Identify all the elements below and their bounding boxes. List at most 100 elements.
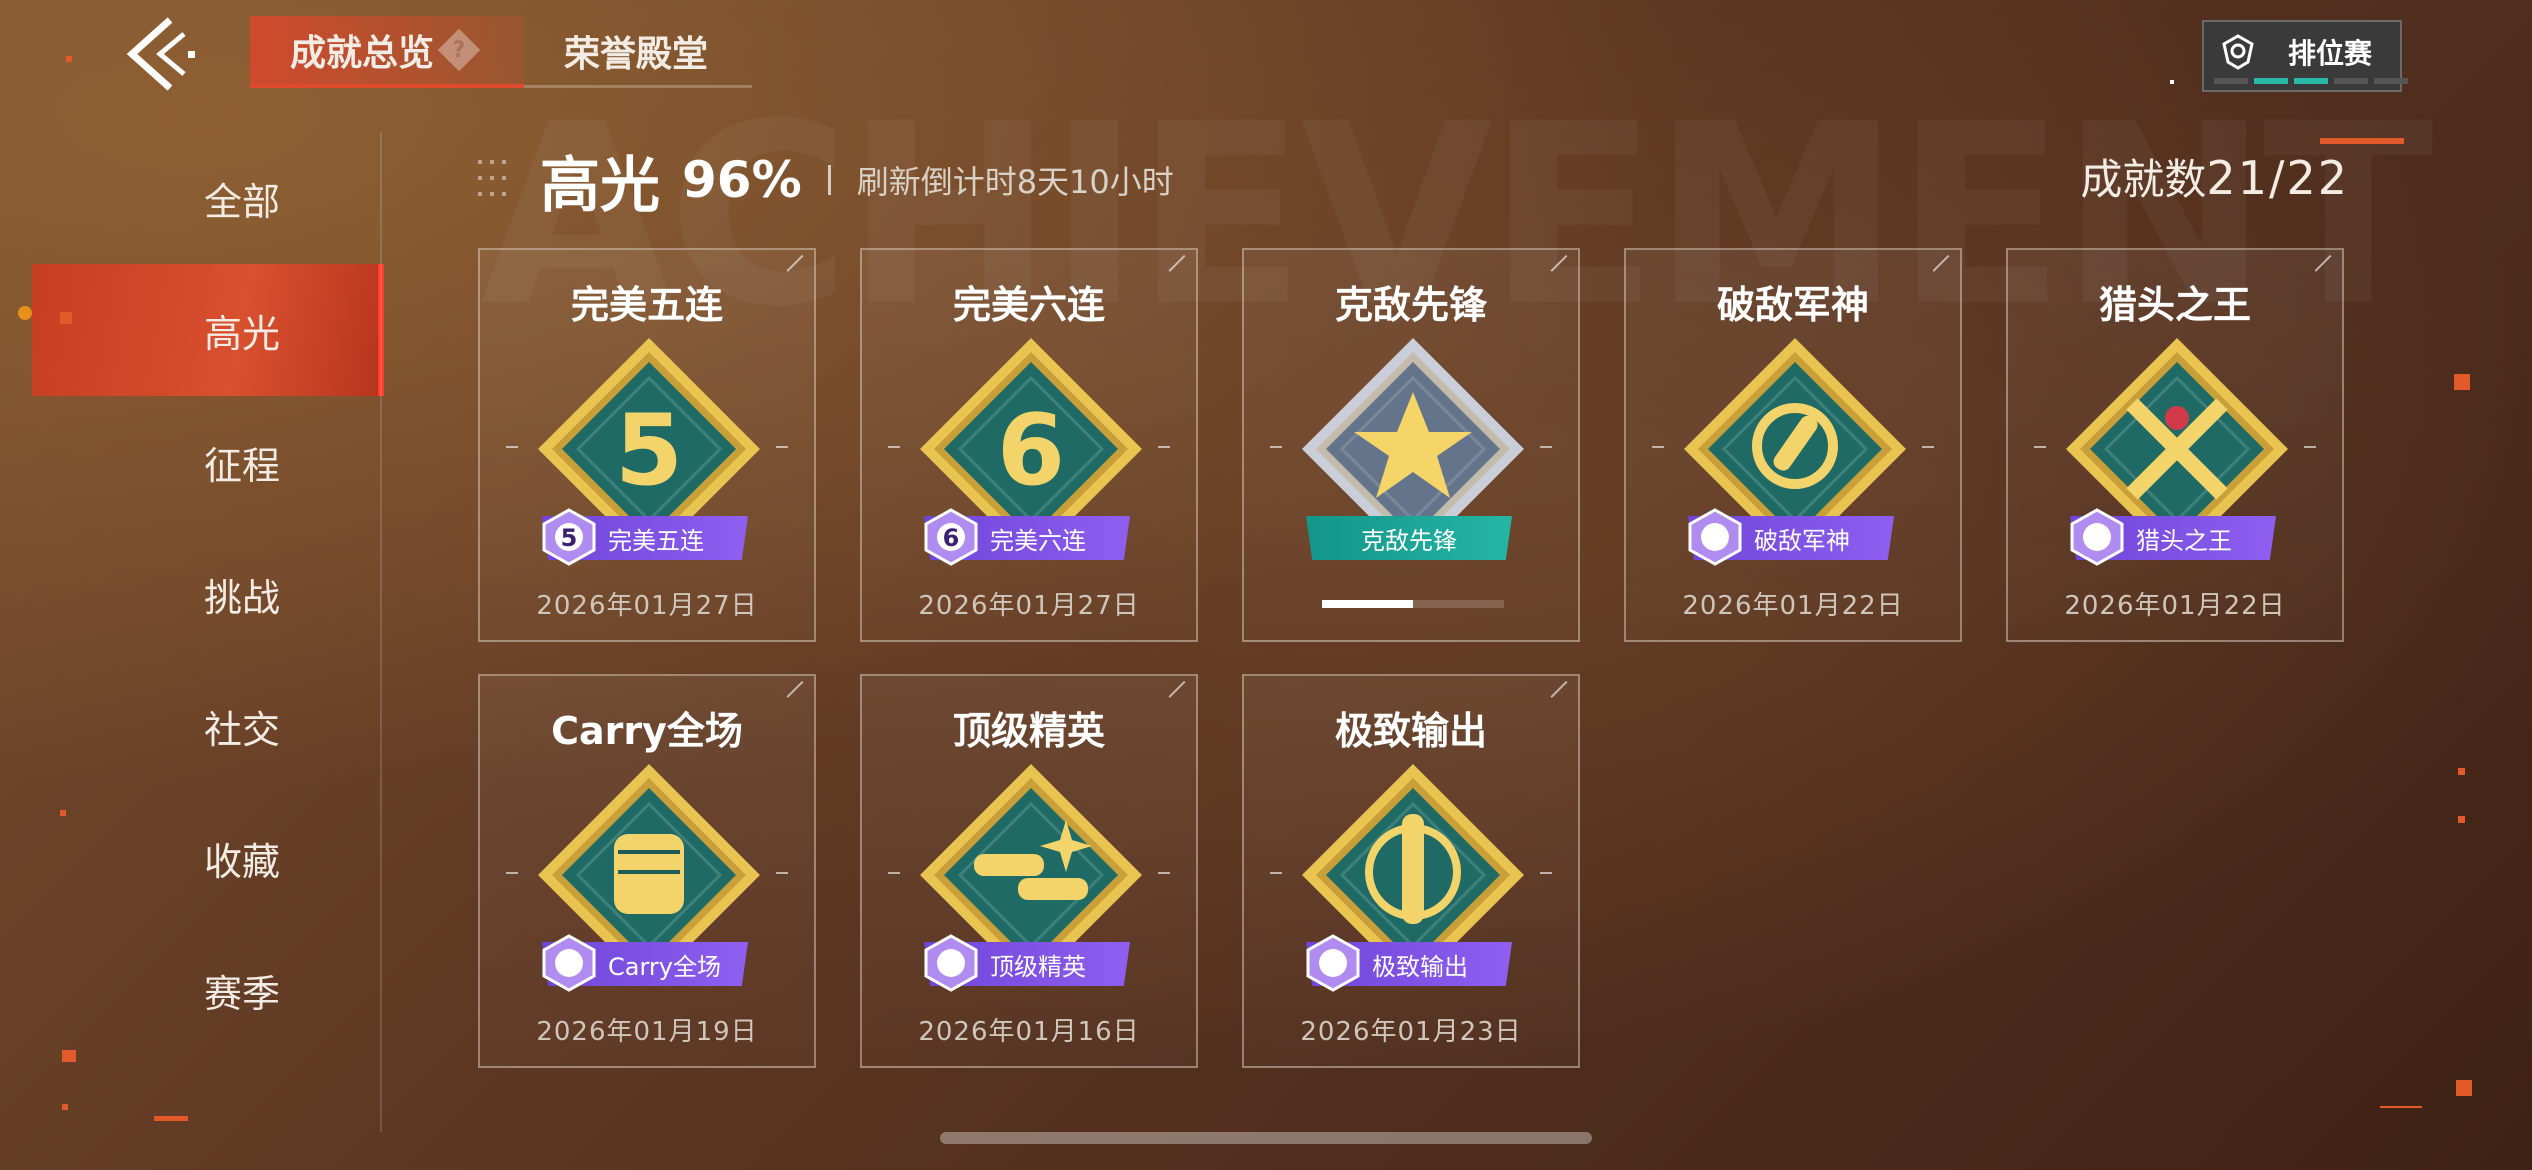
decor-dash — [154, 1116, 188, 1121]
decor-dot — [2458, 768, 2465, 775]
card-title: 顶级精英 — [952, 709, 1105, 753]
achievement-card[interactable]: 顶级精英 顶级精英 2026年01月16日 — [860, 674, 1200, 1068]
decor-dot — [2454, 374, 2470, 390]
decor-dot — [2456, 1080, 2472, 1096]
decor-dash — [2380, 1106, 2422, 1108]
svg-text:5: 5 — [615, 394, 683, 508]
svg-text:6: 6 — [943, 524, 960, 552]
decor-dash — [1158, 872, 1170, 874]
svg-text:6: 6 — [997, 394, 1065, 508]
sidebar-item-social[interactable]: 社交 — [32, 660, 384, 792]
refresh-countdown: 刷新倒计时8天10小时 — [856, 163, 1174, 201]
decor-dash — [506, 872, 518, 874]
achievement-card[interactable]: 克敌先锋 克敌先锋 — [1242, 248, 1582, 642]
achievement-card[interactable]: 完美五连 5 完美五连 5 2026年01月27日 — [478, 248, 818, 642]
achievement-count: 成就数21/22 — [2080, 146, 2349, 207]
banner-emblem-icon — [1306, 934, 1360, 992]
unlock-date: 2026年01月22日 — [1682, 591, 1904, 621]
back-arrow-icon — [126, 17, 195, 91]
decor-dot — [18, 306, 32, 320]
banner-label: 猎头之王 — [2136, 526, 2232, 555]
sidebar-item-collection[interactable]: 收藏 — [32, 792, 384, 924]
decor-dot — [60, 810, 66, 816]
decor-dot — [62, 1050, 76, 1062]
decor-dot — [2170, 80, 2174, 84]
unlock-date: 2026年01月23日 — [1300, 1017, 1522, 1047]
completion-percent: 96% — [682, 151, 802, 209]
tab-achievement-overview[interactable]: 成就总览 ? — [250, 16, 524, 88]
decor-dash — [776, 872, 788, 874]
progress-bar — [1322, 600, 1504, 608]
decor-dash — [2304, 446, 2316, 448]
card-title: 猎头之王 — [2098, 283, 2251, 327]
card-title: 极致输出 — [1334, 709, 1487, 753]
decor-dash — [776, 446, 788, 448]
decor-dash — [1270, 446, 1282, 448]
sidebar-item-journey[interactable]: 征程 — [32, 396, 384, 528]
sidebar-item-label: 赛季 — [204, 971, 281, 1016]
banner-label: 完美五连 — [608, 526, 704, 555]
decor-dash — [1540, 872, 1552, 874]
section-title: 高光 — [540, 150, 660, 221]
banner-label: 极致输出 — [1372, 952, 1468, 981]
sidebar-item-challenge[interactable]: 挑战 — [32, 528, 384, 660]
category-sidebar: 全部 高光 征程 挑战 社交 收藏 赛季 — [32, 132, 384, 1056]
sidebar-item-label: 挑战 — [204, 575, 281, 620]
banner-emblem-icon — [1688, 508, 1742, 566]
sidebar-item-highlight[interactable]: 高光 — [32, 264, 384, 396]
sidebar-item-label: 全部 — [204, 179, 281, 224]
achievement-card[interactable]: Carry全场 Carry全场 2026年01月19日 — [478, 674, 818, 1068]
decor-dash — [1652, 446, 1664, 448]
banner-label: 破敌军神 — [1754, 526, 1850, 555]
achievement-card[interactable]: 猎头之王 猎头之王 2026年01月22日 — [2006, 248, 2346, 642]
sidebar-divider — [380, 132, 382, 1132]
decor-dash — [1540, 446, 1552, 448]
decor-dash — [888, 872, 900, 874]
sidebar-item-label: 高光 — [204, 311, 281, 356]
sidebar-item-season[interactable]: 赛季 — [32, 924, 384, 1056]
banner-emblem-icon — [542, 934, 596, 992]
tab-label: 成就总览 — [290, 33, 435, 74]
unlock-date: 2026年01月22日 — [2064, 591, 2286, 621]
unlock-date: 2026年01月27日 — [536, 591, 758, 621]
section-header: 高光 96% 刷新倒计时8天10小时 — [478, 142, 1174, 221]
card-title: 完美五连 — [570, 283, 723, 327]
decor-dash — [1270, 872, 1282, 874]
card-title: 克敌先锋 — [1334, 283, 1487, 327]
rank-progress-bars — [2214, 78, 2408, 84]
banner-emblem-icon — [2070, 508, 2124, 566]
sidebar-item-all[interactable]: 全部 — [32, 132, 384, 264]
sidebar-item-label: 社交 — [204, 707, 281, 752]
achievement-card[interactable]: 完美六连 6 完美六连 6 2026年01月27日 — [860, 248, 1200, 642]
help-icon[interactable]: ? — [437, 28, 481, 72]
home-indicator — [940, 1132, 1592, 1144]
card-title: 完美六连 — [952, 283, 1105, 327]
unlock-date: 2026年01月19日 — [536, 1017, 758, 1047]
card-title: 破敌军神 — [1716, 283, 1869, 327]
rank-emblem-icon — [2222, 34, 2254, 70]
sidebar-item-label: 收藏 — [204, 839, 281, 884]
decor-dot — [60, 312, 72, 324]
achievement-card[interactable]: 极致输出 极致输出 2026年01月23日 — [1242, 674, 1582, 1068]
count-value: 21/22 — [2206, 151, 2349, 205]
banner-label: 克敌先锋 — [1361, 526, 1457, 555]
card-title: Carry全场 — [551, 709, 743, 753]
decor-dash — [2320, 138, 2404, 144]
sidebar-item-label: 征程 — [204, 443, 281, 488]
banner-emblem-icon: 5 — [542, 508, 596, 566]
ranked-mode-badge[interactable]: 排位赛 — [2202, 20, 2408, 92]
decor-dash — [888, 446, 900, 448]
banner-emblem-icon — [924, 934, 978, 992]
progress-fill — [1322, 600, 1413, 608]
decor-dash — [506, 446, 518, 448]
decor-dash — [1158, 446, 1170, 448]
count-label: 成就数 — [2080, 155, 2207, 204]
banner-label: 顶级精英 — [990, 952, 1086, 981]
banner-emblem-icon: 6 — [924, 508, 978, 566]
back-button[interactable] — [118, 14, 208, 94]
top-tabs: 成就总览 ? 荣誉殿堂 — [250, 16, 752, 88]
tab-honor-hall[interactable]: 荣誉殿堂 — [524, 16, 752, 88]
decor-dot — [2458, 816, 2465, 823]
decor-dot — [66, 56, 72, 62]
achievement-card[interactable]: 破敌军神 破敌军神 2026年01月22日 — [1624, 248, 1964, 642]
